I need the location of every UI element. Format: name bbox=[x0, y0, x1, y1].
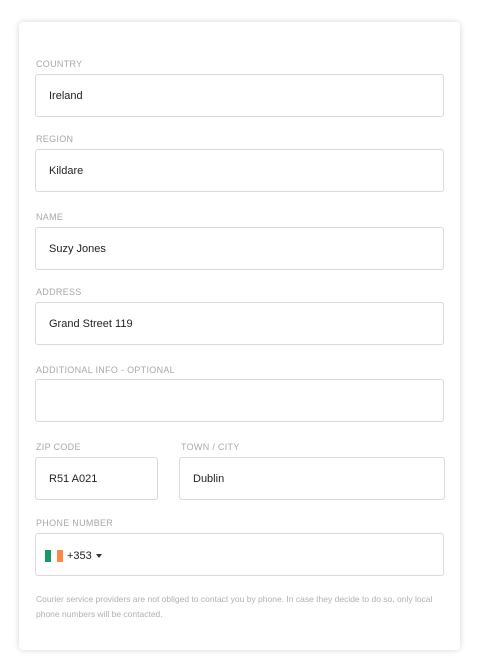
additional-info-label: ADDITIONAL INFO - OPTIONAL bbox=[36, 365, 175, 375]
address-form-card: COUNTRY Ireland REGION Kildare NAME Suzy… bbox=[19, 22, 460, 650]
additional-info-field[interactable] bbox=[35, 379, 444, 422]
town-city-field[interactable]: Dublin bbox=[179, 457, 445, 500]
address-value: Grand Street 119 bbox=[49, 318, 133, 330]
name-label: NAME bbox=[36, 212, 64, 222]
phone-note: Courier service providers are not oblige… bbox=[36, 594, 433, 619]
dial-code: +353 bbox=[67, 549, 92, 562]
zip-code-label: ZIP CODE bbox=[36, 442, 81, 452]
region-field[interactable]: Kildare bbox=[35, 149, 444, 192]
address-field[interactable]: Grand Street 119 bbox=[35, 302, 444, 345]
country-label: COUNTRY bbox=[36, 59, 83, 69]
address-label: ADDRESS bbox=[36, 287, 82, 297]
phone-number-label: PHONE NUMBER bbox=[36, 518, 114, 528]
town-city-label: TOWN / CITY bbox=[181, 442, 240, 452]
caret-down-icon bbox=[95, 553, 102, 558]
zip-code-value: R51 A021 bbox=[49, 473, 98, 485]
ireland-flag-icon bbox=[45, 549, 63, 562]
name-field[interactable]: Suzy Jones bbox=[35, 227, 444, 270]
phone-number-field[interactable]: +353 bbox=[35, 533, 444, 576]
region-label: REGION bbox=[36, 134, 74, 144]
region-value: Kildare bbox=[49, 165, 84, 177]
country-field[interactable]: Ireland bbox=[35, 74, 444, 117]
zip-code-field[interactable]: R51 A021 bbox=[35, 457, 158, 500]
country-value: Ireland bbox=[49, 90, 83, 102]
country-code-selector[interactable]: +353 bbox=[45, 534, 102, 577]
name-value: Suzy Jones bbox=[49, 243, 106, 255]
town-city-value: Dublin bbox=[193, 473, 225, 485]
